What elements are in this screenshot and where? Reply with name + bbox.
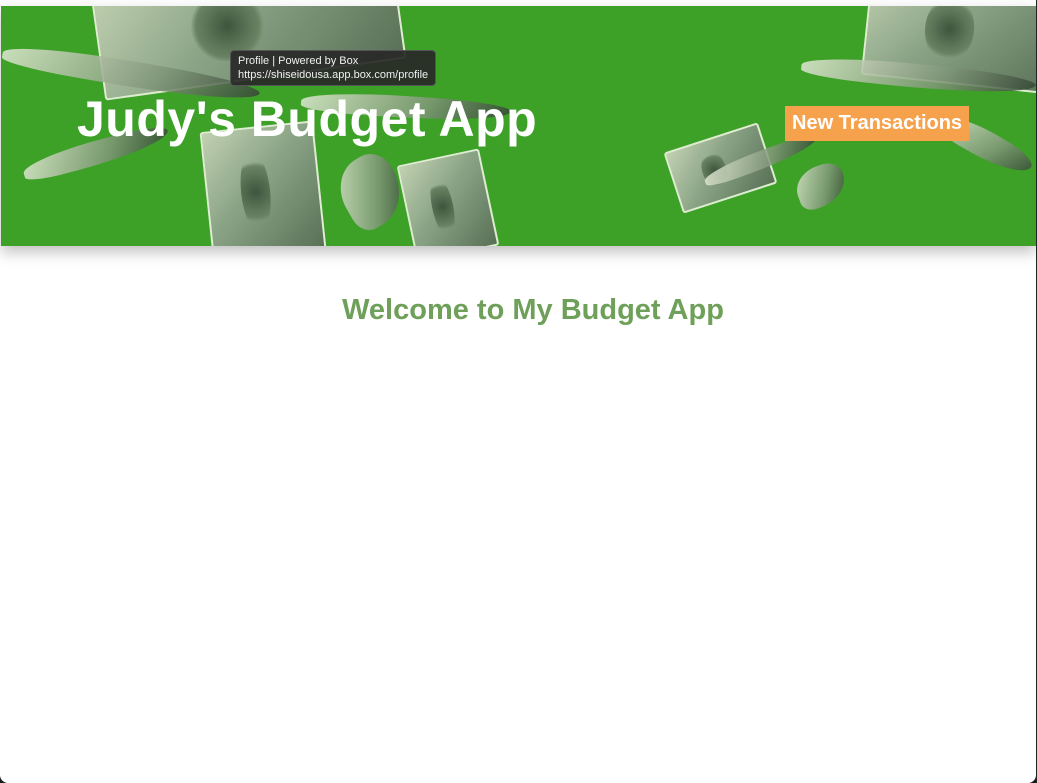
tooltip-title: Profile | Powered by Box <box>238 55 359 67</box>
tooltip-url: https://shiseidousa.app.box.com/profile <box>238 69 429 81</box>
browser-window: Judy's Budget App New Transactions Welco… <box>0 0 1036 783</box>
link-tooltip: Profile | Powered by Box https://shiseid… <box>230 50 437 86</box>
app-title: Judy's Budget App <box>77 91 538 147</box>
new-transactions-button[interactable]: New Transactions <box>785 106 970 141</box>
app-header: Judy's Budget App New Transactions <box>1 6 1036 246</box>
welcome-heading: Welcome to My Budget App <box>342 294 724 326</box>
